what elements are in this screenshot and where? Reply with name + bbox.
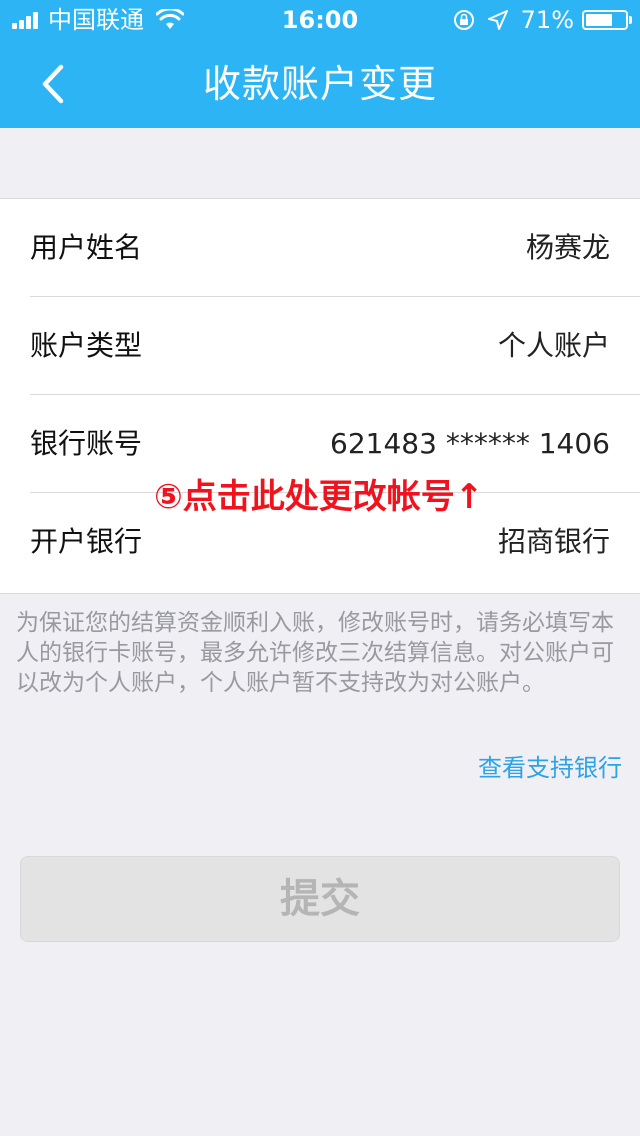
row-user-name: 用户姓名 杨赛龙 [30, 199, 640, 297]
chevron-left-icon [42, 64, 64, 104]
row-label: 账户类型 [30, 329, 143, 362]
header: 中国联通 16:00 71% 收款账户变更 [0, 0, 640, 128]
page-title: 收款账户变更 [202, 62, 437, 106]
row-label: 用户姓名 [30, 231, 143, 264]
wifi-icon [156, 9, 184, 29]
row-value: 个人账户 [497, 329, 610, 362]
row-label: 银行账号 [30, 427, 143, 460]
nav-bar: 收款账户变更 [0, 40, 640, 128]
status-left: 中国联通 [12, 0, 184, 40]
annotation-overlay: ⑤点击此处更改帐号↑ [154, 477, 484, 517]
battery-fill [586, 14, 612, 26]
account-form: 用户姓名 杨赛龙 账户类型 个人账户 银行账号 621483 ****** 14… [0, 198, 640, 594]
carrier-name: 中国联通 [48, 6, 144, 34]
battery-percent: 71% [520, 6, 574, 34]
notice-text: 为保证您的结算资金顺利入账，修改账号时，请务必填写本人的银行卡账号，最多允许修改… [16, 610, 614, 696]
row-label: 开户银行 [30, 525, 143, 558]
row-value: 杨赛龙 [525, 231, 610, 264]
rotation-lock-icon [453, 10, 474, 30]
status-right: 71% [453, 0, 632, 40]
row-value: 招商银行 [497, 525, 610, 558]
row-account-type: 账户类型 个人账户 [30, 297, 640, 395]
submit-button[interactable]: 提交 [20, 856, 620, 942]
status-bar: 中国联通 16:00 71% [0, 0, 640, 40]
back-button[interactable] [22, 54, 82, 114]
battery-icon [582, 10, 632, 30]
location-arrow-icon [487, 10, 508, 30]
view-supported-banks-link[interactable]: 查看支持银行 [478, 748, 622, 783]
signal-icon [12, 11, 40, 29]
